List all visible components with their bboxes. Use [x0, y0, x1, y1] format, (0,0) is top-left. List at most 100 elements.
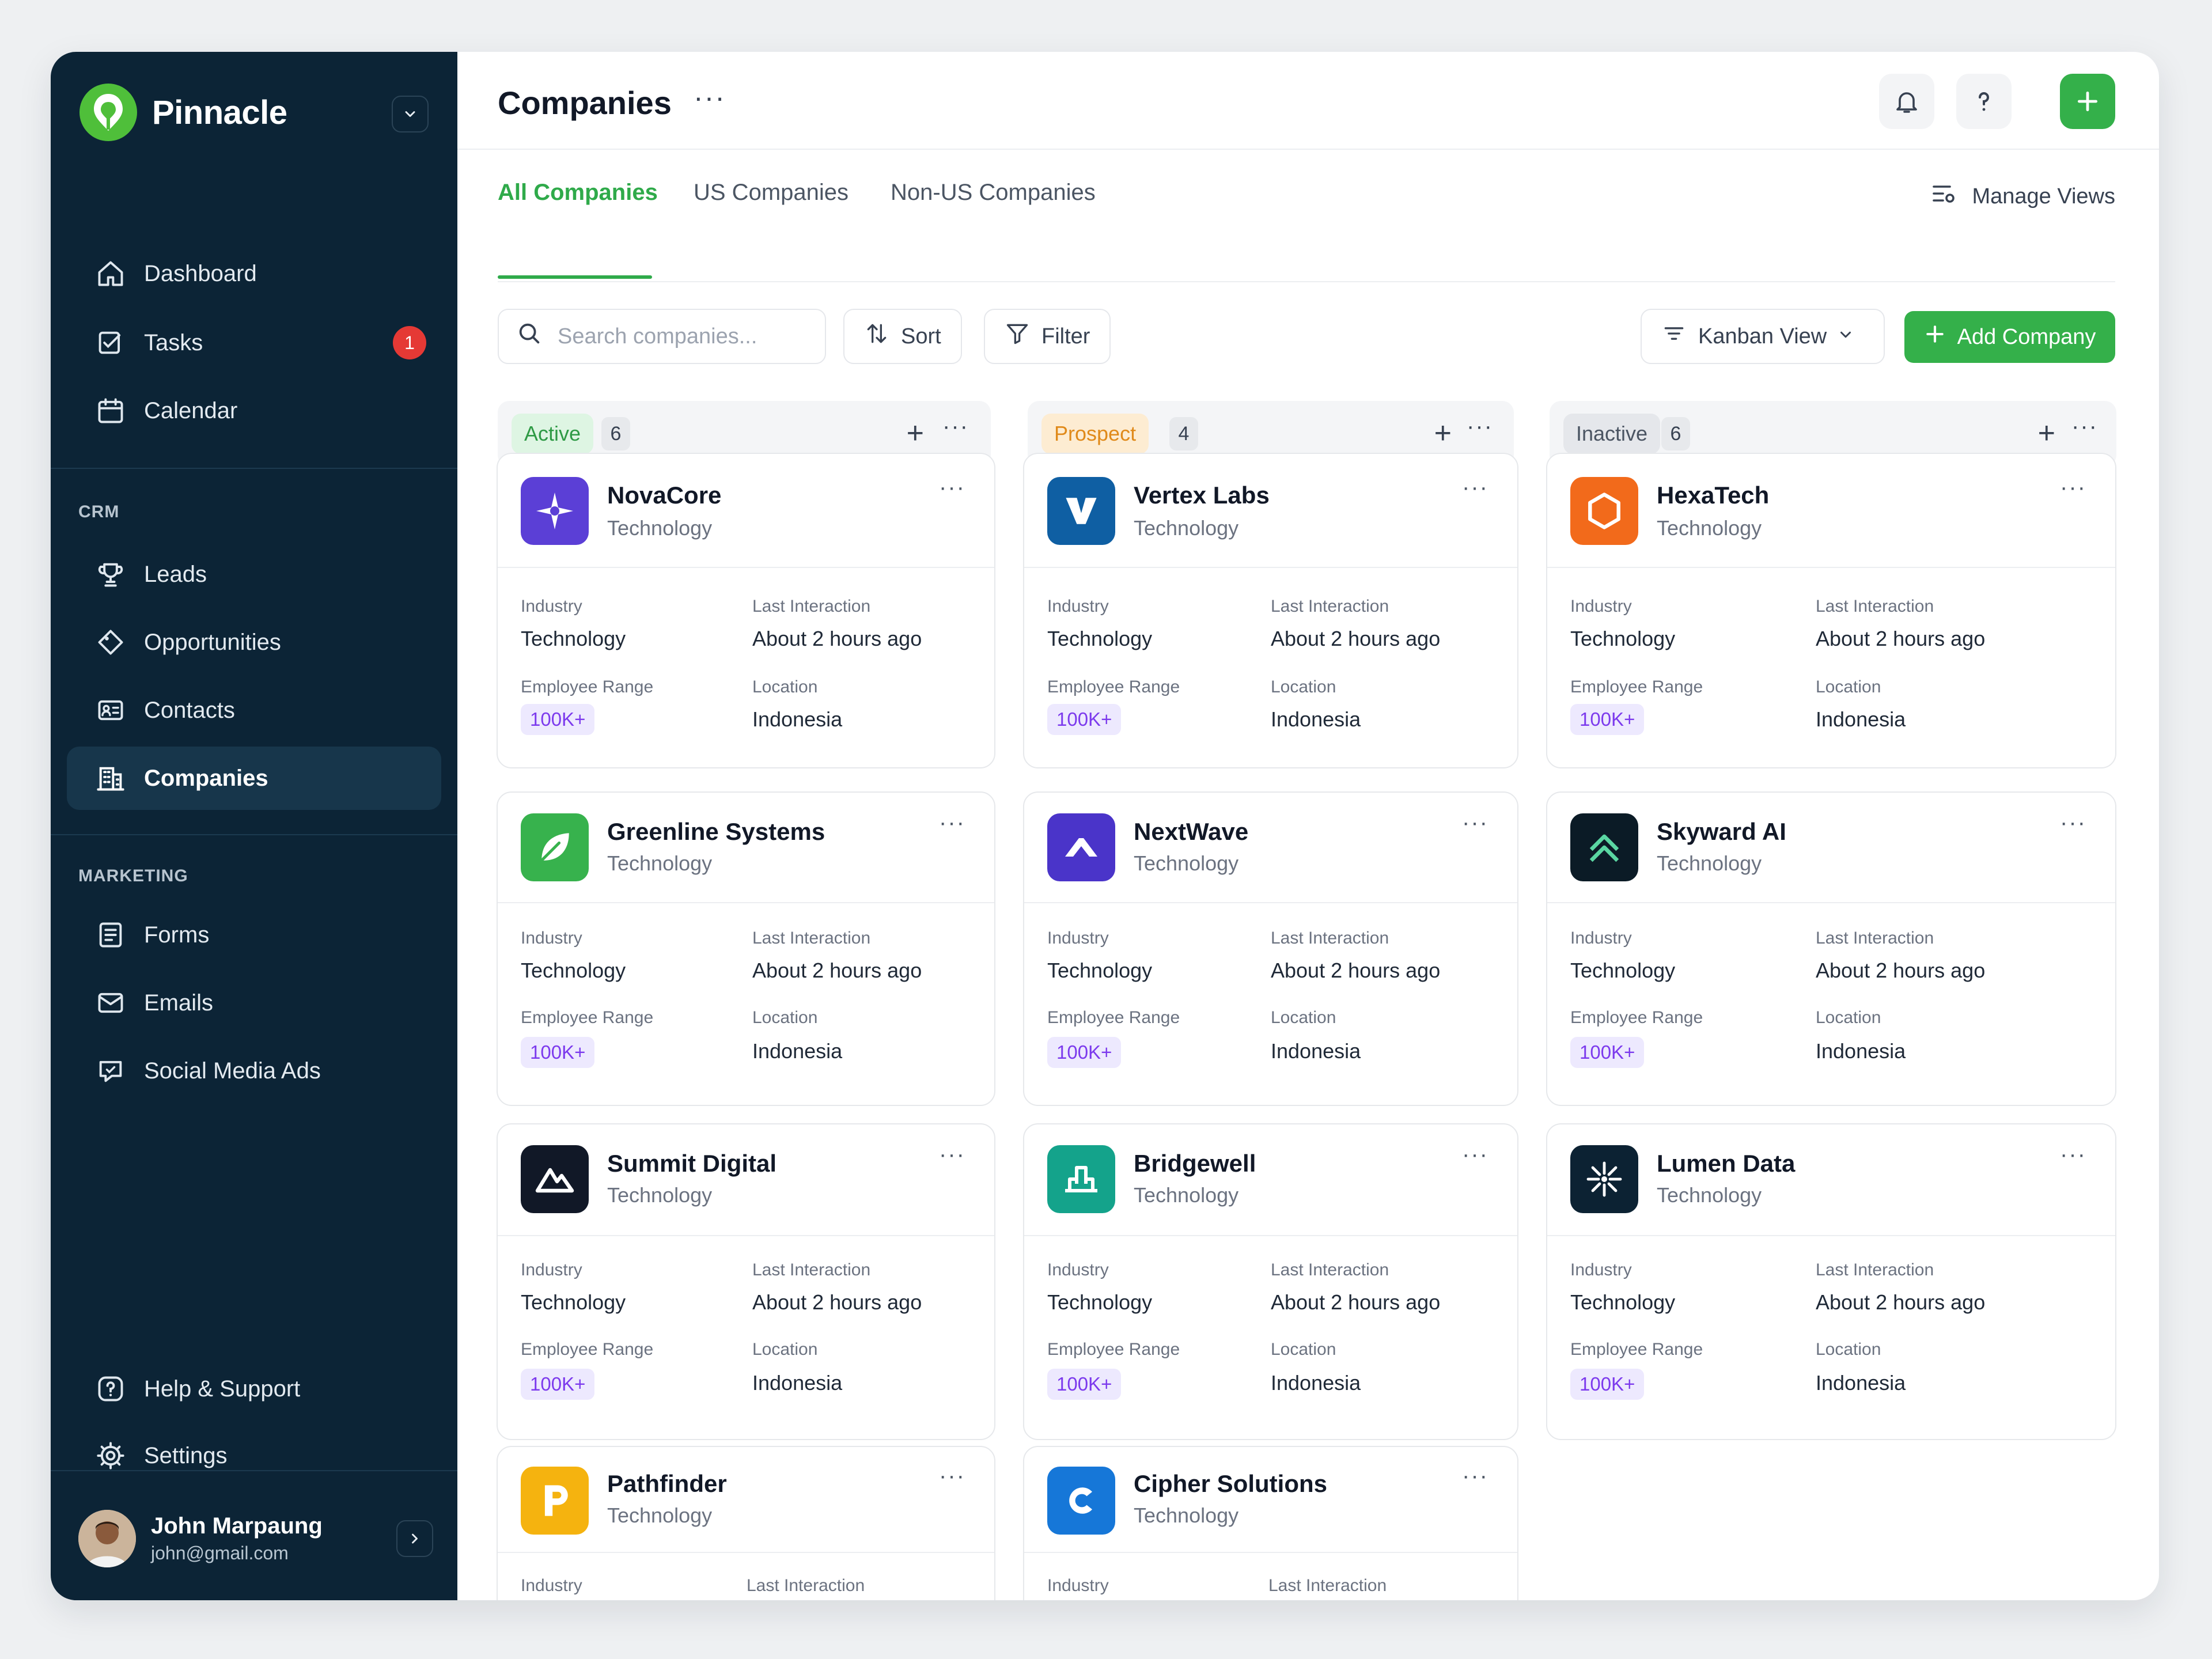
- column-more-button[interactable]: ···: [2071, 414, 2098, 440]
- field-label: Employee Range: [1570, 1340, 1703, 1359]
- sidebar-item-dashboard[interactable]: Dashboard: [67, 242, 441, 305]
- employee-range-badge: 100K+: [521, 1037, 595, 1068]
- company-card-greenline-systems[interactable]: Greenline Systems Technology ··· Industr…: [497, 791, 995, 1106]
- card-header: HexaTech Technology ···: [1547, 454, 2115, 568]
- company-card-lumen-data[interactable]: Lumen Data Technology ··· Industry Techn…: [1546, 1123, 2116, 1440]
- company-name: Cipher Solutions: [1134, 1470, 1327, 1497]
- filter-button[interactable]: Filter: [984, 309, 1111, 364]
- company-card-novacore[interactable]: NovaCore Technology ··· Industry Technol…: [497, 453, 995, 768]
- last-interaction-value: About 2 hours ago: [1271, 627, 1441, 650]
- company-card-vertex-labs[interactable]: Vertex Labs Technology ··· Industry Tech…: [1023, 453, 1518, 768]
- company-name: Summit Digital: [607, 1150, 777, 1177]
- plus-icon: [2077, 91, 2098, 112]
- field-label: Location: [1271, 1008, 1336, 1027]
- sidebar-item-emails[interactable]: Emails: [67, 971, 441, 1035]
- sidebar-item-opportunities[interactable]: Opportunities: [67, 611, 441, 674]
- company-card-pathfinder[interactable]: Pathfinder Technology ··· Industry Last …: [497, 1446, 995, 1600]
- leaf-logo-icon: [521, 813, 589, 881]
- last-interaction-value: About 2 hours ago: [752, 1290, 922, 1314]
- sidebar-item-calendar[interactable]: Calendar: [67, 379, 441, 442]
- column-more-button[interactable]: ···: [1467, 414, 1493, 440]
- column-more-button[interactable]: ···: [942, 414, 969, 440]
- sidebar-item-label: Settings: [144, 1442, 228, 1468]
- quick-add-button[interactable]: [2060, 74, 2115, 129]
- plus-icon: [1924, 323, 1946, 351]
- field-label: Employee Range: [521, 1340, 654, 1359]
- card-more-button[interactable]: ···: [2060, 810, 2086, 836]
- workspace-dropdown-button[interactable]: [392, 96, 429, 132]
- user-profile[interactable]: John Marpaung john@gmail.com: [78, 1501, 433, 1576]
- company-card-hexatech[interactable]: HexaTech Technology ··· Industry Technol…: [1546, 453, 2116, 768]
- page-more-button[interactable]: ···: [694, 81, 726, 114]
- company-card-nextwave[interactable]: NextWave Technology ··· Industry Technol…: [1023, 791, 1518, 1106]
- brand-name: Pinnacle: [152, 93, 287, 131]
- pathfinder-logo-icon: [521, 1467, 589, 1535]
- search-input[interactable]: Search companies...: [498, 309, 826, 364]
- company-name: Pathfinder: [607, 1470, 727, 1497]
- pinnacle-logo-icon: [79, 84, 137, 141]
- tab-non-us-companies[interactable]: Non-US Companies: [891, 180, 1096, 206]
- card-more-button[interactable]: ···: [1462, 1463, 1488, 1489]
- company-card-bridgewell[interactable]: Bridgewell Technology ··· Industry Techn…: [1023, 1123, 1518, 1440]
- sidebar-item-label: Opportunities: [144, 629, 281, 655]
- user-menu-button[interactable]: [396, 1520, 433, 1557]
- column-add-button[interactable]: +: [907, 416, 924, 450]
- card-header: Summit Digital Technology ···: [498, 1124, 994, 1236]
- field-label: Employee Range: [1047, 1008, 1180, 1027]
- field-label: Last Interaction: [752, 1260, 871, 1279]
- employee-range-badge: 100K+: [1570, 1037, 1645, 1068]
- megaphone-icon: [94, 1055, 127, 1087]
- card-header: NovaCore Technology ···: [498, 454, 994, 568]
- add-company-button[interactable]: Add Company: [1904, 311, 2115, 363]
- sidebar-item-forms[interactable]: Forms: [67, 903, 441, 967]
- company-name: Skyward AI: [1657, 818, 1786, 845]
- card-more-button[interactable]: ···: [939, 810, 965, 836]
- company-card-summit-digital[interactable]: Summit Digital Technology ··· Industry T…: [497, 1123, 995, 1440]
- add-company-label: Add Company: [1957, 324, 2096, 349]
- tab-all-companies[interactable]: All Companies: [498, 180, 658, 206]
- column-add-button[interactable]: +: [1434, 416, 1452, 450]
- field-label: Industry: [1570, 597, 1632, 616]
- sidebar-item-leads[interactable]: Leads: [67, 543, 441, 606]
- card-more-button[interactable]: ···: [939, 1142, 965, 1168]
- company-card-skyward-ai[interactable]: Skyward AI Technology ··· Industry Techn…: [1546, 791, 2116, 1106]
- view-select[interactable]: Kanban View: [1641, 309, 1885, 364]
- card-more-button[interactable]: ···: [1462, 1142, 1488, 1168]
- card-more-button[interactable]: ···: [2060, 475, 2086, 501]
- sidebar-item-companies[interactable]: Companies: [67, 747, 441, 810]
- field-label: Industry: [521, 929, 582, 948]
- field-label: Employee Range: [1570, 1008, 1703, 1027]
- sidebar-item-tasks[interactable]: Tasks 1: [67, 311, 441, 374]
- field-label: Industry: [521, 1576, 582, 1595]
- card-more-button[interactable]: ···: [1462, 810, 1488, 836]
- sidebar-item-contacts[interactable]: Contacts: [67, 679, 441, 742]
- notifications-button[interactable]: [1879, 74, 1934, 129]
- sparkle-logo-icon: [1570, 1145, 1638, 1213]
- help-button[interactable]: [1956, 74, 2012, 129]
- employee-range-badge: 100K+: [1047, 1037, 1122, 1068]
- card-more-button[interactable]: ···: [939, 1463, 965, 1489]
- employee-range-badge: 100K+: [521, 1369, 595, 1400]
- company-name: NovaCore: [607, 482, 722, 509]
- card-more-button[interactable]: ···: [939, 475, 965, 501]
- novacore-logo-icon: [521, 477, 589, 545]
- sidebar-item-help-support[interactable]: Help & Support: [67, 1357, 441, 1421]
- sidebar-item-settings[interactable]: Settings: [67, 1424, 441, 1487]
- field-label: Industry: [1570, 1260, 1632, 1279]
- card-more-button[interactable]: ···: [1462, 475, 1488, 501]
- sidebar-item-social-media-ads[interactable]: Social Media Ads: [67, 1039, 441, 1103]
- sliders-icon: [1930, 180, 1958, 213]
- last-interaction-value: About 2 hours ago: [1271, 1290, 1441, 1314]
- tab-us-companies[interactable]: US Companies: [694, 180, 849, 206]
- manage-views-button[interactable]: Manage Views: [1930, 180, 2115, 213]
- field-label: Industry: [521, 597, 582, 616]
- last-interaction-value: About 2 hours ago: [752, 959, 922, 982]
- location-value: Indonesia: [1271, 1039, 1361, 1063]
- calendar-icon: [94, 395, 127, 427]
- company-card-cipher-solutions[interactable]: Cipher Solutions Technology ··· Industry…: [1023, 1446, 1518, 1600]
- building-icon: [94, 762, 127, 794]
- column-add-button[interactable]: +: [2038, 416, 2055, 450]
- question-icon: [1979, 92, 1989, 111]
- card-more-button[interactable]: ···: [2060, 1142, 2086, 1168]
- sort-button[interactable]: Sort: [843, 309, 962, 364]
